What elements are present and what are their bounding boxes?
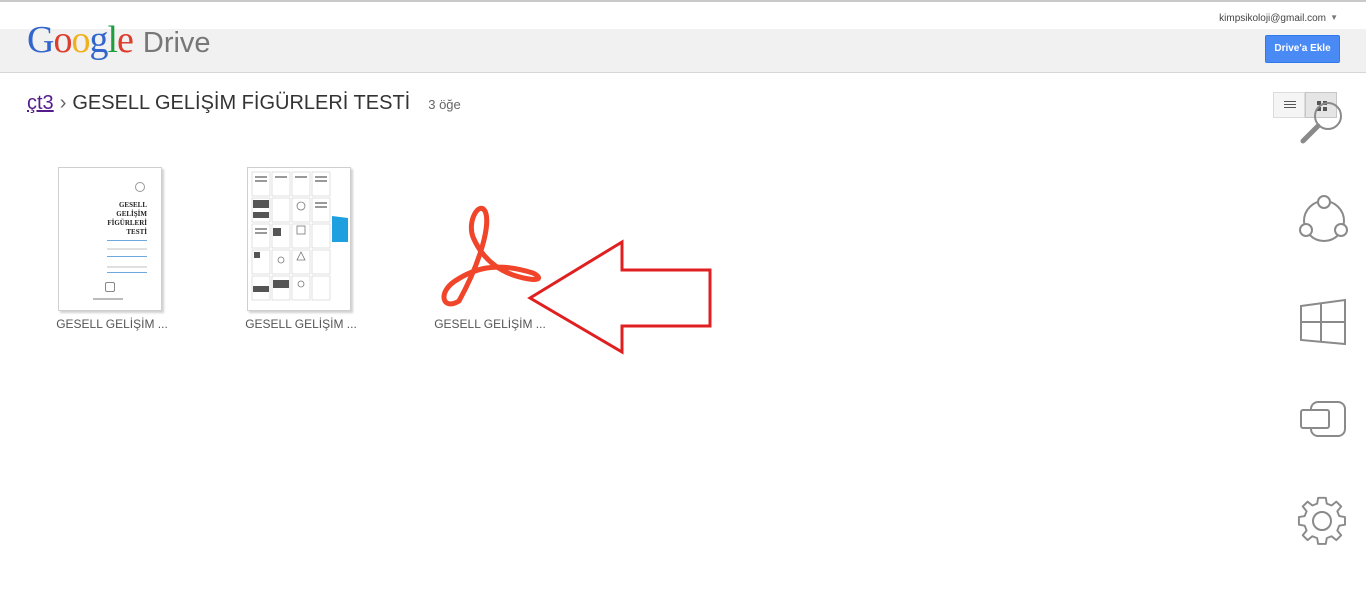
logo-emblem-icon [135,182,145,192]
annotation-arrow [527,239,712,355]
crest-icon [105,282,115,292]
file-item[interactable]: GESELL GELİŞİM ... [226,165,376,335]
file-item[interactable]: GESELL GELİŞİM FİGÜRLERİ TESTİ GESELL GE… [37,165,187,335]
cover-title: GESELL GELİŞİM FİGÜRLERİ TESTİ [107,201,147,236]
windows-icon[interactable] [1297,296,1349,348]
google-wordmark: Google [27,19,134,61]
chevron-down-icon[interactable]: ▼ [1330,13,1338,22]
google-drive-logo[interactable]: Google Drive [27,20,211,63]
file-thumbnail [247,167,351,311]
header-bar: Google Drive kimpsikoloji@gmail.com ▼ Dr… [0,4,1366,73]
breadcrumb-parent-link[interactable]: çt3 [27,92,54,115]
file-name[interactable]: GESELL GELİŞİM ... [226,317,376,331]
add-to-drive-button[interactable]: Drive'a Ekle [1265,35,1340,63]
devices-icon[interactable] [1297,398,1349,442]
file-thumbnail: GESELL GELİŞİM FİGÜRLERİ TESTİ [58,167,162,311]
account-email[interactable]: kimpsikoloji@gmail.com [1219,13,1326,24]
breadcrumb: çt3 › GESELL GELİŞİM FİGÜRLERİ TESTİ 3 ö… [27,92,461,115]
item-count: 3 öğe [428,97,461,112]
folder-title: GESELL GELİŞİM FİGÜRLERİ TESTİ [72,92,411,114]
page-grid-preview [251,171,348,301]
share-icon[interactable] [1297,194,1351,248]
breadcrumb-separator: › [59,92,67,114]
gear-icon[interactable] [1297,496,1349,548]
drive-wordmark: Drive [142,27,211,59]
drive-page: Google Drive kimpsikoloji@gmail.com ▼ Dr… [0,0,1366,610]
file-name[interactable]: GESELL GELİŞİM ... [37,317,187,331]
search-icon[interactable] [1297,96,1349,148]
list-view-icon [1284,101,1296,110]
